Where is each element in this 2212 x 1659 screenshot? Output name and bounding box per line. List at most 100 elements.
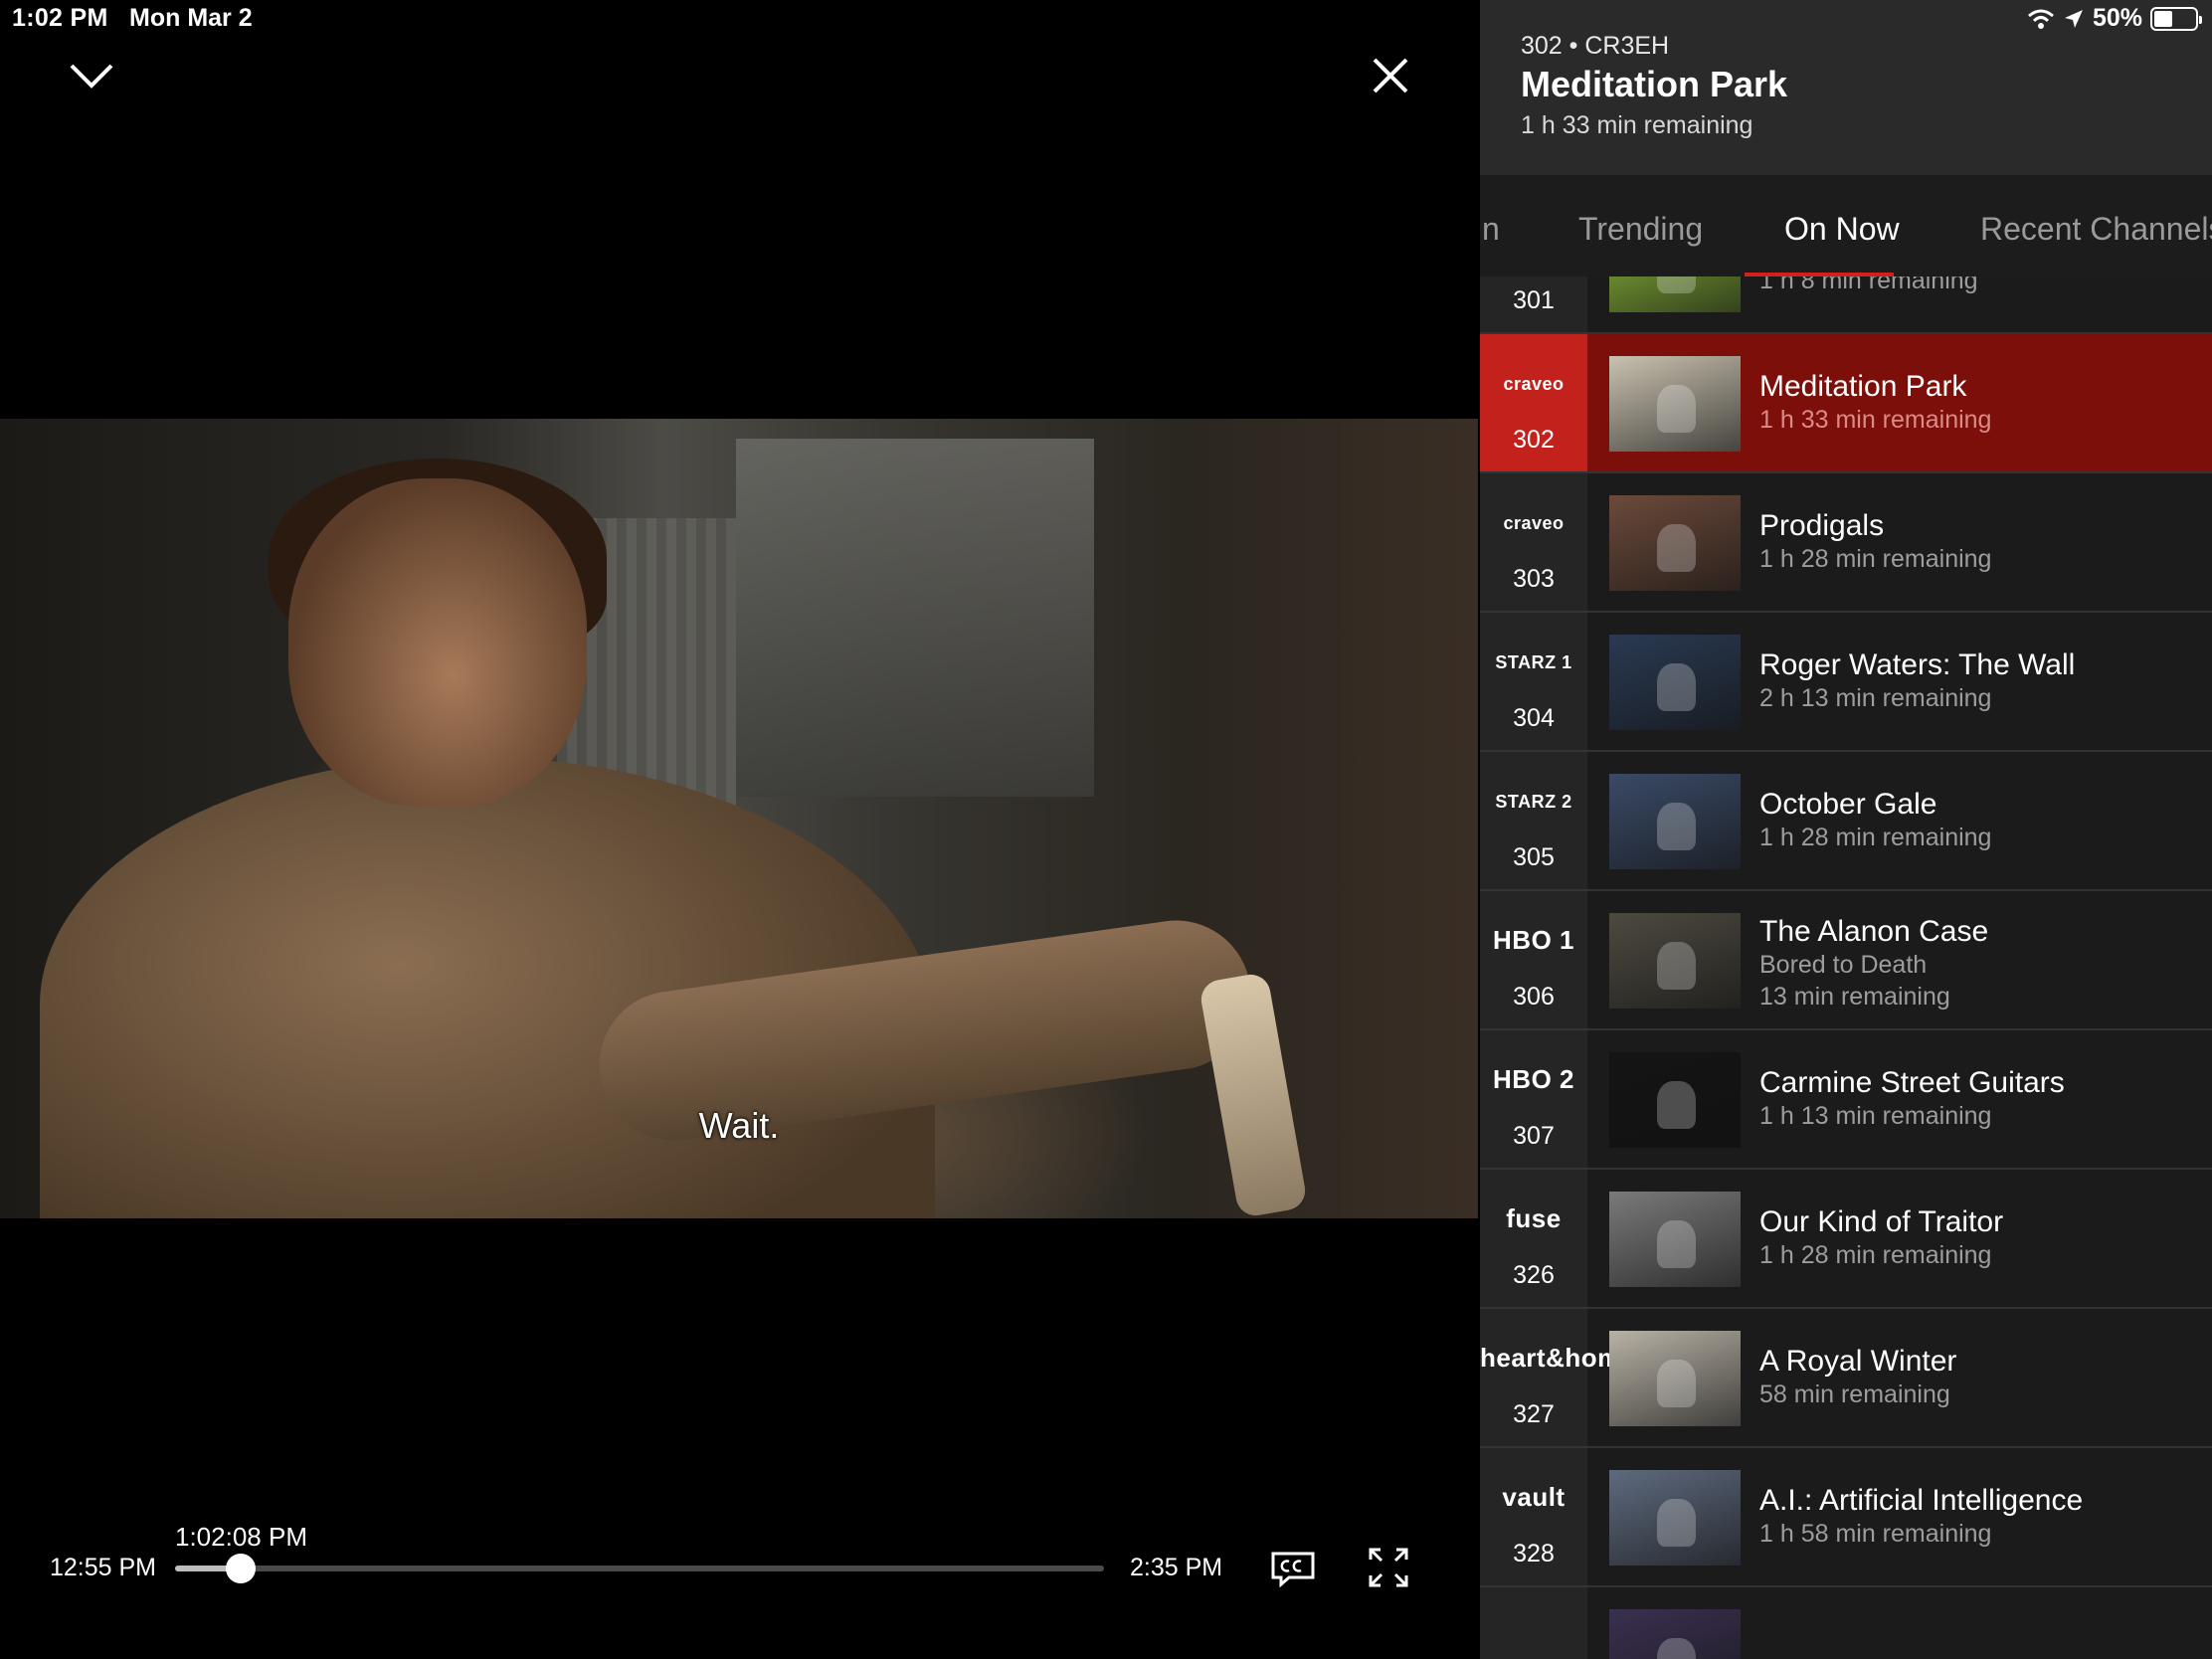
- channel-logo: STARZ 2: [1495, 792, 1572, 812]
- channel-number: 306: [1513, 983, 1555, 1011]
- close-icon[interactable]: [1369, 54, 1412, 97]
- subtitle-text: Wait.: [698, 1105, 780, 1146]
- program-remaining: 1 h 28 min remaining: [1759, 545, 1992, 573]
- video-scene-window: [736, 439, 1094, 797]
- program-title: The Alanon Case: [1759, 915, 1989, 948]
- channel-row[interactable]: vault 328 A.I.: Artificial Intelligence 1 h…: [1480, 1448, 2212, 1587]
- channel-logo: craveo: [1503, 513, 1565, 533]
- tab-trending[interactable]: Trending: [1578, 211, 1703, 248]
- now-playing-remaining: 1 h 33 min remaining: [1521, 111, 1753, 139]
- program-remaining: 1 h 33 min remaining: [1759, 406, 1992, 434]
- channel-row[interactable]: HBO 1 306 The Alanon Case Bored to Death 13 …: [1480, 891, 2212, 1030]
- channel-badge: vault 328: [1480, 1448, 1587, 1585]
- channel-row[interactable]: HBO 2 307 Carmine Street Guitars 1 h 13 min…: [1480, 1030, 2212, 1170]
- program-thumbnail: [1609, 356, 1741, 452]
- channel-logo: craveo: [1503, 374, 1565, 394]
- program-thumbnail: [1609, 1052, 1741, 1148]
- program-title: A Royal Winter: [1759, 1345, 1957, 1378]
- program-title: Roger Waters: The Wall: [1759, 648, 2076, 681]
- wifi-icon: [2027, 9, 2054, 29]
- tab-partial[interactable]: n: [1482, 211, 1500, 248]
- program-remaining: 58 min remaining: [1759, 1381, 1950, 1408]
- program-title: Prodigals: [1759, 509, 1885, 542]
- video-player[interactable]: 1:02 PM Mon Mar 2 Wait. 1:02:08 PM 12:55…: [0, 0, 1480, 1659]
- program-remaining: 13 min remaining: [1759, 983, 1950, 1011]
- program-thumbnail: [1609, 635, 1741, 730]
- channel-logo: heart&home: [1480, 1343, 1636, 1373]
- guide-tabs: n Trending On Now Recent Channels: [1480, 175, 2212, 276]
- program-thumbnail: [1609, 913, 1741, 1009]
- channel-row[interactable]: STARZ 2 305 October Gale 1 h 28 min remaini…: [1480, 752, 2212, 891]
- current-time-label: 1:02:08 PM: [175, 1522, 307, 1552]
- end-time-label: 2:35 PM: [1130, 1554, 1223, 1581]
- fullscreen-icon[interactable]: [1367, 1546, 1410, 1589]
- channel-row[interactable]: [1480, 1587, 2212, 1659]
- channel-number: 305: [1513, 843, 1555, 871]
- channel-badge: HBO 1 306: [1480, 891, 1587, 1028]
- now-playing-title: Meditation Park: [1521, 64, 1788, 104]
- program-title: Carmine Street Guitars: [1759, 1066, 2065, 1099]
- program-title: Meditation Park: [1759, 370, 1967, 403]
- program-remaining: 2 h 13 min remaining: [1759, 684, 1992, 712]
- channel-number: 304: [1513, 704, 1555, 732]
- progress-scrubber[interactable]: [175, 1554, 1104, 1583]
- program-title: A.I.: Artificial Intelligence: [1759, 1484, 2084, 1517]
- program-episode: Bored to Death: [1759, 951, 1928, 979]
- start-time-label: 12:55 PM: [50, 1554, 157, 1581]
- video-scene-cloth: [1198, 971, 1309, 1218]
- channel-row[interactable]: craveo 303 Prodigals 1 h 28 min remaining: [1480, 473, 2212, 613]
- program-thumbnail: [1609, 774, 1741, 869]
- channel-badge: [1480, 1587, 1587, 1659]
- channel-badge: STARZ 2 305: [1480, 752, 1587, 889]
- channel-row[interactable]: craveo 302 Meditation Park 1 h 33 min remai…: [1480, 334, 2212, 473]
- channel-logo: STARZ 1: [1495, 652, 1572, 672]
- channel-logo: HBO 1: [1493, 925, 1574, 955]
- channel-row[interactable]: STARZ 1 304 Roger Waters: The Wall 2 h 13 m…: [1480, 613, 2212, 752]
- status-bar-right: 50%: [2027, 4, 2202, 33]
- program-remaining: 1 h 28 min remaining: [1759, 1241, 1992, 1269]
- channel-badge: craveo301: [1480, 276, 1587, 332]
- status-date: Mon Mar 2: [129, 4, 253, 32]
- program-thumbnail: [1609, 1331, 1741, 1426]
- channel-number: 327: [1513, 1400, 1555, 1428]
- battery-icon: [2150, 6, 2202, 31]
- channel-number: 307: [1513, 1122, 1555, 1150]
- tab-on-now[interactable]: On Now: [1784, 211, 1900, 248]
- channel-badge: HBO 2 307: [1480, 1030, 1587, 1168]
- channel-number: 301: [1513, 286, 1555, 314]
- video-scene-figure-head: [288, 478, 587, 807]
- channel-number: 303: [1513, 565, 1555, 593]
- program-remaining: 1 h 13 min remaining: [1759, 1102, 1992, 1130]
- location-arrow-icon: [2064, 9, 2083, 28]
- program-thumbnail: [1609, 1470, 1741, 1566]
- channel-logo: vault: [1502, 1482, 1566, 1512]
- channel-logo: fuse: [1506, 1203, 1562, 1233]
- program-title: Our Kind of Traitor: [1759, 1205, 2004, 1238]
- channel-number: 326: [1513, 1261, 1555, 1289]
- channel-row[interactable]: craveo301Dr. Seuss' The Grinch1 h 8 min …: [1480, 276, 2212, 334]
- video-frame[interactable]: Wait.: [0, 419, 1478, 1218]
- now-playing-channel: 302 • CR3EH: [1521, 32, 1670, 60]
- channel-row[interactable]: heart&home 327 A Royal Winter 58 min remain…: [1480, 1309, 2212, 1448]
- tab-recent-channels[interactable]: Recent Channels: [1980, 211, 2212, 248]
- program-thumbnail: [1609, 276, 1741, 312]
- channel-logo: HBO 2: [1493, 1064, 1574, 1094]
- chevron-down-icon[interactable]: [66, 58, 117, 93]
- program-thumbnail: [1609, 495, 1741, 591]
- closed-captions-icon[interactable]: [1269, 1550, 1317, 1588]
- scrubber-knob[interactable]: [226, 1554, 257, 1583]
- program-remaining: 1 h 58 min remaining: [1759, 1520, 1992, 1548]
- battery-fill: [2154, 10, 2172, 27]
- channel-row[interactable]: fuse 326 Our Kind of Traitor 1 h 28 min rem…: [1480, 1170, 2212, 1309]
- battery-percent: 50%: [2092, 4, 2142, 32]
- program-thumbnail: [1609, 1609, 1741, 1659]
- channel-number: 302: [1513, 426, 1555, 454]
- channel-guide-panel: 302 • CR3EH Meditation Park 1 h 33 min r…: [1480, 0, 2212, 1659]
- program-remaining: 1 h 8 min remaining: [1759, 276, 1978, 294]
- channel-number: 328: [1513, 1540, 1555, 1567]
- channel-list[interactable]: craveo301Dr. Seuss' The Grinch1 h 8 min …: [1480, 276, 2212, 1659]
- channel-badge: craveo 303: [1480, 473, 1587, 611]
- status-time: 1:02 PM: [12, 4, 108, 32]
- channel-badge: heart&home 327: [1480, 1309, 1636, 1446]
- program-remaining: 1 h 28 min remaining: [1759, 824, 1992, 851]
